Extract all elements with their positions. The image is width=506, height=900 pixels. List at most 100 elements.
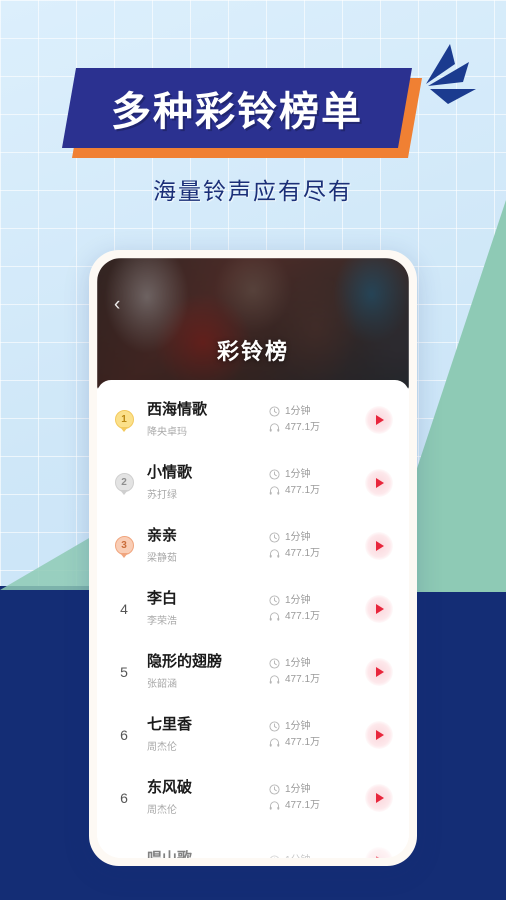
play-button[interactable] — [365, 468, 393, 497]
duration-text: 1分钟 — [285, 720, 311, 732]
play-button[interactable] — [365, 594, 393, 623]
rank-number: 6 — [120, 789, 128, 806]
song-meta: 1分钟 — [269, 853, 365, 859]
plays-line: 477.1万 — [269, 483, 365, 499]
clock-icon — [269, 595, 280, 606]
list-item[interactable]: 6 东风破 周杰伦 1分钟 477.1万 — [97, 766, 409, 829]
play-button[interactable] — [365, 783, 393, 812]
clock-icon — [269, 532, 280, 543]
song-title: 唱山歌 — [147, 850, 269, 858]
duration-line: 1分钟 — [269, 656, 365, 672]
duration-text: 1分钟 — [285, 531, 311, 543]
play-button[interactable] — [365, 720, 393, 749]
duration-line: 1分钟 — [269, 530, 365, 546]
play-button[interactable] — [365, 846, 393, 858]
hero-banner-image — [97, 258, 409, 388]
list-item[interactable]: 3 亲亲梁静茹 1分钟 477.1万 — [97, 514, 409, 577]
play-button[interactable] — [365, 531, 393, 560]
rank-number: 6 — [120, 726, 128, 743]
clock-icon — [269, 721, 280, 732]
headphone-icon — [269, 612, 280, 621]
play-icon — [376, 414, 384, 425]
clock-icon — [269, 784, 280, 795]
plays-text: 477.1万 — [285, 799, 321, 811]
clock-icon — [269, 406, 280, 417]
song-info: 东风破 周杰伦 — [139, 779, 269, 816]
song-artist: 降央卓玛 — [147, 426, 187, 438]
play-icon — [376, 666, 384, 677]
list-item[interactable]: 2 小情歌苏打绿 1分钟 477.1万 — [97, 451, 409, 514]
play-icon — [376, 540, 384, 551]
rank-cell: 3 — [109, 536, 139, 555]
song-info: 唱山歌 — [139, 850, 269, 858]
plays-line: 477.1万 — [269, 798, 365, 814]
song-meta: 1分钟 477.1万 — [269, 467, 365, 499]
song-info: 七里香 周杰伦 — [139, 716, 269, 753]
medal-badge-icon: 1 — [114, 410, 134, 429]
song-title: 小情歌 — [147, 464, 193, 482]
headphone-icon — [269, 801, 280, 810]
song-title: 李白 — [147, 590, 178, 608]
plays-line: 477.1万 — [269, 735, 365, 751]
duration-text: 1分钟 — [285, 853, 311, 859]
rank-cell: 5 — [109, 664, 139, 680]
song-artist: 苏打绿 — [147, 489, 177, 501]
song-info: 亲亲 梁静茹 — [139, 527, 269, 564]
plays-text: 477.1万 — [285, 547, 321, 559]
list-item[interactable]: 6 七里香 周杰伦 1分钟 477.1万 — [97, 703, 409, 766]
song-meta: 1分钟 477.1万 — [269, 656, 365, 688]
medal-badge-icon: 2 — [114, 473, 134, 492]
duration-line: 1分钟 — [269, 719, 365, 735]
plays-line: 477.1万 — [269, 546, 365, 562]
song-title: 西海情歌 — [147, 401, 208, 419]
plays-text: 477.1万 — [285, 484, 321, 496]
rank-cell: 2 — [109, 473, 139, 492]
headphone-icon — [269, 675, 280, 684]
clock-icon — [270, 855, 279, 858]
headphone-icon — [269, 423, 280, 432]
play-button[interactable] — [365, 405, 393, 434]
banner-face: 多种彩铃榜单 — [62, 68, 412, 148]
duration-text: 1分钟 — [285, 594, 311, 606]
clock-icon — [269, 658, 280, 669]
play-icon — [376, 792, 384, 803]
play-icon — [376, 477, 384, 488]
play-icon — [376, 855, 384, 858]
song-meta: 1分钟 477.1万 — [269, 719, 365, 751]
song-artist: 梁静茹 — [147, 552, 177, 564]
headline-banner: 多种彩铃榜单 — [62, 68, 412, 148]
headline-text: 多种彩铃榜单 — [111, 90, 363, 134]
clock-icon — [269, 469, 280, 480]
medal-badge-icon: 3 — [114, 536, 134, 555]
list-item[interactable]: 1 西海情歌降央卓玛 1分钟 477.1万 — [97, 388, 409, 451]
song-title: 亲亲 — [147, 527, 178, 545]
song-meta: 1分钟 477.1万 — [269, 404, 365, 436]
list-item[interactable]: 4 李白 李荣浩 1分钟 477.1万 — [97, 577, 409, 640]
starburst-decoration — [424, 42, 480, 108]
play-button[interactable] — [365, 657, 393, 686]
list-item[interactable]: 5 隐形的翅膀张韶涵 1分钟 477.1万 — [97, 640, 409, 703]
play-icon — [376, 603, 384, 614]
song-meta: 1分钟 477.1万 — [269, 530, 365, 562]
song-meta: 1分钟 477.1万 — [269, 593, 365, 625]
back-chevron-icon[interactable]: ‹ — [114, 295, 120, 314]
song-info: 李白 李荣浩 — [139, 590, 269, 627]
rank-cell: 6 — [109, 727, 139, 743]
duration-line: 1分钟 — [269, 593, 365, 609]
rank-cell: 6 — [109, 790, 139, 806]
list-item[interactable]: 唱山歌 1分钟 — [97, 829, 409, 858]
song-title: 东风破 — [147, 779, 193, 797]
song-artist: 张韶涵 — [147, 678, 177, 690]
rank-cell: 4 — [109, 601, 139, 617]
duration-text: 1分钟 — [285, 468, 311, 480]
headphone-icon — [269, 549, 280, 558]
plays-text: 477.1万 — [285, 421, 321, 433]
duration-text: 1分钟 — [285, 783, 311, 795]
plays-line: 477.1万 — [269, 420, 365, 436]
plays-text: 477.1万 — [285, 736, 321, 748]
rank-number: 4 — [120, 600, 128, 617]
headphone-icon — [269, 738, 280, 747]
song-meta: 1分钟 477.1万 — [269, 782, 365, 814]
song-title: 隐形的翅膀 — [147, 653, 223, 671]
plays-line: 477.1万 — [269, 672, 365, 688]
